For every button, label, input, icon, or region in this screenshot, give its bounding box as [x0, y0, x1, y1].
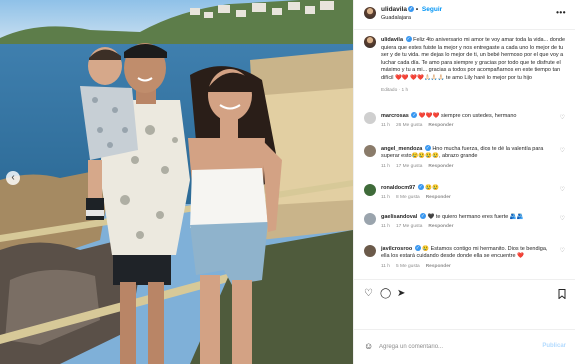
send-icon[interactable]: ➤ [397, 289, 405, 299]
comment-input[interactable] [379, 340, 529, 353]
caption-username[interactable]: ulidavila [381, 37, 403, 43]
verified-icon: ✓ [417, 184, 424, 190]
comment-item: angel_mendoza ✓ Hno mucha fuerza, dios t… [364, 145, 569, 170]
comment-item: javilcrosroo ✓ 😢 Estamos contigo mi herm… [364, 245, 569, 270]
caption-body: Feliz 4to aniversario mi amor te voy ama… [381, 37, 566, 81]
caption-meta: Editado · 1 h [381, 87, 409, 93]
comment-likes[interactable]: 17 Me gusta [396, 164, 422, 169]
avatar[interactable] [364, 184, 376, 196]
verified-icon: ✓ [419, 213, 426, 219]
comment-meta: 11 h 8 Me gusta Responder [381, 194, 551, 201]
avatar[interactable] [364, 112, 376, 124]
comment-meta: 11 h 17 Me gusta Responder [381, 163, 551, 170]
comment-username[interactable]: gaelisandoval [381, 214, 417, 220]
verified-icon: ✓ [424, 145, 431, 151]
chevron-left-icon[interactable]: ‹ [6, 171, 20, 185]
comment-meta: 11 h 26 Me gusta Responder [381, 122, 551, 129]
comment-username[interactable]: marcrosas [381, 113, 409, 119]
verified-icon: ✓ [408, 6, 415, 12]
follow-button[interactable]: Seguir [422, 6, 442, 13]
comment-time: 11 h [381, 123, 390, 129]
comment-meta: 11 h 5 Me gusta Responder [381, 263, 551, 270]
post-header: ulidavila ✓ • Seguir Guadalajara ••• [354, 0, 575, 30]
post-details-panel: ulidavila ✓ • Seguir Guadalajara ••• ulid… [353, 0, 575, 364]
post-location[interactable]: Guadalajara [381, 15, 411, 21]
comment-likes[interactable]: 5 Me gusta [396, 264, 420, 269]
avatar[interactable] [364, 36, 376, 48]
caption: ulidavila ✓ Feliz 4to aniversario mi amo… [364, 36, 569, 94]
comment-body: ronaldocm97 ✓ 😢😢 11 h 8 Me gusta Responder [381, 184, 551, 202]
comment-body: javilcrosroo ✓ 😢 Estamos contigo mi herm… [381, 245, 551, 270]
verified-icon: ✓ [411, 112, 418, 118]
photo-illustration [0, 0, 353, 364]
reply-button[interactable]: Responder [426, 264, 451, 269]
bookmark-icon[interactable] [558, 289, 566, 302]
avatar[interactable] [364, 145, 376, 157]
comment-text: 😢😢 [425, 185, 439, 191]
comment-item: marcrosas ✓ ❤️❤️❤️ siempre con ustedes, … [364, 112, 569, 130]
verified-icon: ✓ [414, 245, 421, 251]
heart-icon[interactable]: ♡ [364, 289, 373, 299]
more-horizontal-icon[interactable]: ••• [556, 8, 566, 17]
comment-item: gaelisandoval ✓ 🖤 te quiero hermano eres… [364, 213, 569, 231]
reply-button[interactable]: Responder [426, 195, 451, 200]
publish-button[interactable]: Publicar [542, 343, 566, 349]
comment-meta: 11 h 17 Me gusta Responder [381, 223, 551, 230]
comment-icon[interactable]: ◯ [380, 289, 391, 299]
post-photo[interactable]: ‹ [0, 0, 353, 364]
avatar[interactable] [364, 213, 376, 225]
comment-item: ronaldocm97 ✓ 😢😢 11 h 8 Me gusta Responder ♡ [364, 184, 569, 202]
comment-text: ❤️❤️❤️ siempre con ustedes, hermano [418, 113, 517, 119]
avatar[interactable] [364, 245, 376, 257]
comment-body: angel_mendoza ✓ Hno mucha fuerza, dios t… [381, 145, 551, 170]
comments-list[interactable]: ulidavila ✓ Feliz 4to aniversario mi amo… [354, 30, 575, 279]
heart-icon[interactable]: ♡ [560, 247, 565, 254]
post-actions: ♡ ◯ ➤ [354, 279, 575, 329]
emoji-icon[interactable]: ☺ [364, 341, 373, 351]
separator-dot: • [415, 6, 419, 13]
reply-button[interactable]: Responder [428, 123, 453, 128]
comment-username[interactable]: ronaldocm97 [381, 185, 415, 191]
comment-time: 11 h [381, 195, 390, 201]
add-comment-bar: ☺ Publicar [354, 329, 575, 364]
comment-likes[interactable]: 8 Me gusta [396, 195, 420, 200]
comment-likes[interactable]: 17 Me gusta [396, 224, 422, 229]
avatar[interactable] [364, 7, 376, 19]
comment-likes[interactable]: 26 Me gusta [396, 123, 422, 128]
comment-text: 🖤 te quiero hermano eres fuerte 🫂🫂 [427, 214, 524, 220]
reply-button[interactable]: Responder [428, 164, 453, 169]
reply-button[interactable]: Responder [428, 224, 453, 229]
post-author-line: ulidavila ✓ • Seguir [381, 6, 442, 13]
heart-icon[interactable]: ♡ [560, 186, 565, 193]
comment-username[interactable]: javilcrosroo [381, 246, 412, 252]
heart-icon[interactable]: ♡ [560, 215, 565, 222]
heart-icon[interactable]: ♡ [560, 147, 565, 154]
comment-username[interactable]: angel_mendoza [381, 146, 422, 152]
post-author-username[interactable]: ulidavila [381, 6, 407, 13]
comment-time: 11 h [381, 163, 390, 169]
comment-time: 11 h [381, 263, 390, 269]
verified-icon: ✓ [405, 36, 412, 42]
comment-time: 11 h [381, 224, 390, 230]
comment-body: marcrosas ✓ ❤️❤️❤️ siempre con ustedes, … [381, 112, 551, 130]
comment-body: gaelisandoval ✓ 🖤 te quiero hermano eres… [381, 213, 551, 231]
caption-text: ulidavila ✓ Feliz 4to aniversario mi amo… [381, 36, 569, 94]
heart-icon[interactable]: ♡ [560, 114, 565, 121]
